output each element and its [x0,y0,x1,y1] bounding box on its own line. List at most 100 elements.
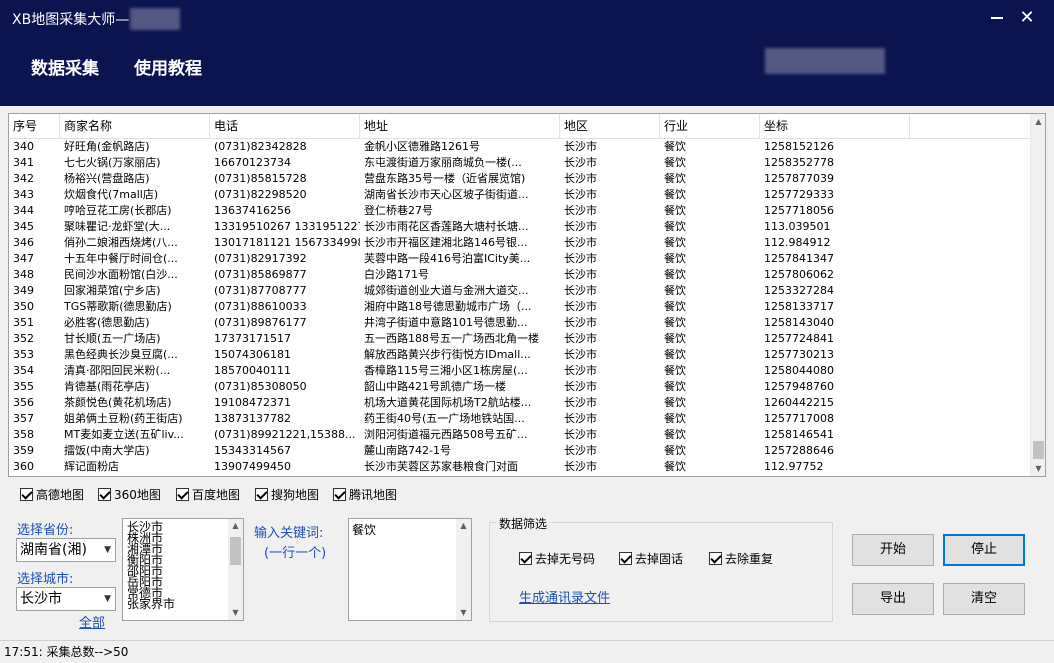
table-row[interactable]: 354 清真·邵阳回民米粉(... 18570040111 香樟路115号三湘小区1栋… [9,363,1031,379]
table-cell-filler [910,427,1031,443]
table-header: 序号 商家名称 电话 地址 地区 行业 坐标 [9,114,1031,139]
city-list-scrollbar[interactable]: ▲ ▼ [228,519,243,620]
table-cell: 城郊街道创业大道与金洲大道交... [364,284,529,297]
city-select[interactable]: 长沙市 ▼ [16,587,116,611]
table-row[interactable]: 347 十五年中餐厅时间仓(... (0731)82917392 芙蓉中路一段416号… [9,251,1031,267]
table-row[interactable]: 353 黑色经典长沙臭豆腐(... 15074306181 解放西路黄兴步行街悦方ID… [9,347,1031,363]
table-cell: 1257877039 [764,172,834,185]
export-button[interactable]: 导出 [852,583,934,615]
minimize-button[interactable] [982,6,1012,30]
column-header[interactable]: 电话 [210,114,360,139]
table-cell: 长沙市 [564,364,597,377]
table-row[interactable]: 349 回家湘菜馆(宁乡店) (0731)87708777 城郊街道创业大道与金洲大道… [9,283,1031,299]
table-cell: (0731)87708777 [214,284,307,297]
table-row[interactable]: 357 姐弟俩土豆粉(药王街店) 13873137782 药王街40号(五一广场地铁站… [9,411,1031,427]
table-cell: 金帆小区德雅路1261号 [364,140,480,153]
start-button[interactable]: 开始 [852,534,934,566]
results-table[interactable]: 序号 商家名称 电话 地址 地区 行业 坐标 340 好旺角(金帆路店) (0731… [8,113,1046,477]
table-row[interactable]: 348 民间沙水面粉馆(白沙... (0731)85869877 白沙路171号 长沙市… [9,267,1031,283]
chevron-down-icon: ▼ [104,594,111,604]
province-select[interactable]: 湖南省(湘) ▼ [16,538,116,562]
table-row[interactable]: 352 甘长顺(五一广场店) 17373171517 五一西路188号五一广场西北角一… [9,331,1031,347]
table-cell: 13017181121 15673349988 [214,236,360,249]
table-cell: 民间沙水面粉馆(白沙... [64,268,178,281]
table-cell: 餐饮 [664,316,686,329]
table-row[interactable]: 342 杨裕兴(营盘路店) (0731)85815728 营盘东路35号一楼（近省展览… [9,171,1031,187]
stop-button[interactable]: 停止 [943,534,1025,566]
scroll-thumb[interactable] [1033,441,1044,459]
table-row[interactable]: 341 七七火锅(万家丽店) 16670123734 东屯渡街道万家丽商城负一楼(..… [9,155,1031,171]
table-cell: 餐饮 [664,380,686,393]
table-row[interactable]: 340 好旺角(金帆路店) (0731)82342828 金帆小区德雅路1261号 长沙… [9,139,1031,155]
table-cell: 340 [13,140,34,153]
table-cell: 长沙市 [564,156,597,169]
scroll-down-icon[interactable]: ▼ [1031,461,1045,476]
table-row[interactable]: 359 擂饭(中南大学店) 15343314567 麓山南路742-1号 长沙市 餐饮 12… [9,443,1031,459]
table-row[interactable]: 355 肯德基(雨花亭店) (0731)85308050 韶山中路421号凯德广场一楼… [9,379,1031,395]
scroll-thumb[interactable] [230,537,241,565]
table-row[interactable]: 356 茶颜悦色(黄花机场店) 19108472371 机场大道黄花国际机场T2航站楼… [9,395,1031,411]
checkbox-label: 去除重复 [725,552,774,566]
table-cell: 359 [13,444,34,457]
checkbox-remove-duplicates[interactable]: 去除重复 [709,550,773,567]
table-cell-filler [910,411,1031,427]
column-header[interactable]: 地址 [360,114,560,139]
table-cell: 1258152126 [764,140,834,153]
table-cell: 五一西路188号五一广场西北角一楼 [364,332,539,345]
table-cell: 1257724841 [764,332,834,345]
scroll-up-icon[interactable]: ▲ [1031,114,1045,129]
select-all-link[interactable]: 全部 [79,612,105,631]
keyword-textarea[interactable]: 餐饮 ▲ ▼ [348,518,472,621]
city-listbox[interactable]: 长沙市 株洲市 湘潭市 衡阳市 邵阳市 岳阳市 常德市 张家界市 ▲ ▼ [122,518,244,621]
checkbox-remove-landline[interactable]: 去掉固话 [619,550,683,567]
table-cell: 聚味瞿记·龙虾堂(大... [64,220,171,233]
close-button[interactable]: ✕ [1012,6,1042,30]
checkbox-360-map[interactable]: 360地图 [98,486,161,503]
table-cell: 长沙市 [564,412,597,425]
table-row[interactable]: 343 炊烟食代(7mall店) (0731)82298520 湖南省长沙市天心区坡子… [9,187,1031,203]
clear-button[interactable]: 清空 [943,583,1025,615]
province-label: 选择省份: [17,523,74,538]
scroll-down-icon[interactable]: ▼ [456,606,471,620]
checkbox-icon [255,488,268,501]
table-row[interactable]: 350 TGS蒂歌斯(德思勤店) (0731)88610033 湘府中路18号德思勤城… [9,299,1031,315]
scroll-up-icon[interactable]: ▲ [456,519,471,533]
table-cell: (0731)88610033 [214,300,307,313]
checkbox-sogou-map[interactable]: 搜狗地图 [255,486,319,503]
checkbox-baidu-map[interactable]: 百度地图 [176,486,240,503]
column-header[interactable]: 序号 [9,114,60,139]
keyword-scrollbar[interactable]: ▲ ▼ [456,519,471,620]
scroll-up-icon[interactable]: ▲ [228,519,243,533]
table-cell: 351 [13,316,34,329]
table-cell: 长沙市 [564,396,597,409]
table-scrollbar[interactable]: ▲ ▼ [1030,114,1045,476]
table-row[interactable]: 344 哼哈豆花工房(长郡店) 13637416256 登仁桥巷27号 长沙市 餐饮 125… [9,203,1031,219]
generate-contacts-link[interactable]: 生成通讯录文件 [519,587,610,606]
table-cell: 长沙市 [564,380,597,393]
table-row[interactable]: 360 辉记面粉店 13907499450 长沙市芙蓉区苏家巷粮食门对面 长沙市 餐饮 11… [9,459,1031,475]
tab-tutorial[interactable]: 使用教程 [134,54,202,79]
table-row[interactable]: 345 聚味瞿记·龙虾堂(大... 13319510267 13319512275 长… [9,219,1031,235]
table-cell: 357 [13,412,34,425]
scroll-down-icon[interactable]: ▼ [228,606,243,620]
column-header[interactable]: 行业 [660,114,760,139]
table-cell: 餐饮 [664,220,686,233]
column-header[interactable]: 商家名称 [60,114,210,139]
column-header[interactable]: 地区 [560,114,660,139]
tab-data-collect[interactable]: 数据采集 [31,54,99,79]
list-item[interactable]: 张家界市 [123,598,243,610]
table-cell: 358 [13,428,34,441]
table-row[interactable]: 346 俏孙二娘湘西烧烤(八... 13017181121 15673349988 长… [9,235,1031,251]
table-cell: 杨裕兴(营盘路店) [64,172,150,185]
city-list: 长沙市 株洲市 湘潭市 衡阳市 邵阳市 岳阳市 常德市 张家界市 [123,519,243,610]
checkbox-gaode-map[interactable]: 高德地图 [20,486,84,503]
table-cell-filler [910,315,1031,331]
table-row[interactable]: 358 MT麦如麦立送(五矿liv... (0731)89921221,15388.… [9,427,1031,443]
table-cell: 餐饮 [664,364,686,377]
checkbox-tencent-map[interactable]: 腾讯地图 [333,486,397,503]
table-row[interactable]: 351 必胜客(德思勤店) (0731)89876177 井湾子街道中意路101号德思… [9,315,1031,331]
column-header[interactable]: 坐标 [760,114,910,139]
checkbox-icon [176,488,189,501]
table-cell: (0731)82917392 [214,252,307,265]
checkbox-remove-no-number[interactable]: 去掉无号码 [519,550,595,567]
